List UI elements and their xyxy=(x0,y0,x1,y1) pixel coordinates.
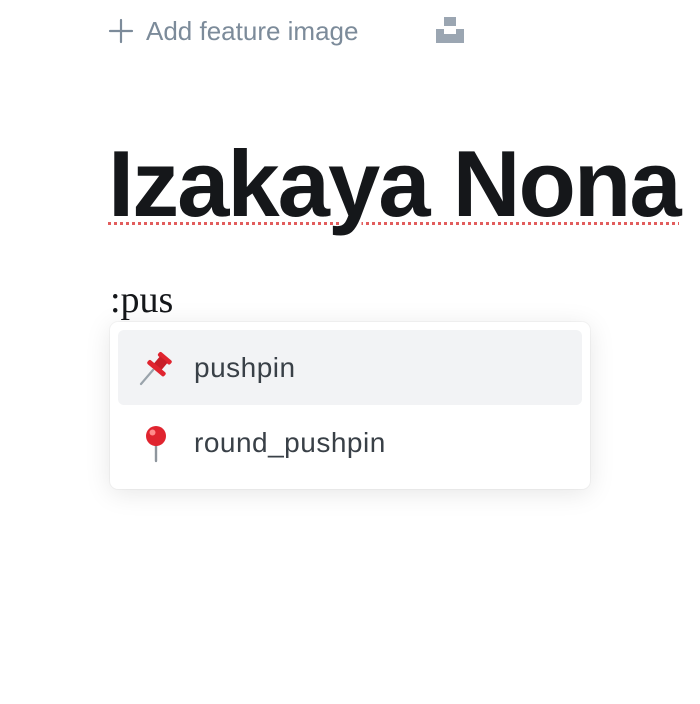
emoji-item-label: round_pushpin xyxy=(194,426,386,458)
round-pushpin-icon xyxy=(146,425,166,462)
feature-image-bar: Add feature image xyxy=(108,12,358,50)
editor-paragraph[interactable]: :pus xyxy=(110,276,173,324)
emoji-item-round-pushpin[interactable]: round_pushpin xyxy=(118,405,582,480)
emoji-picker-menu: pushpin round_pushpin xyxy=(110,322,590,489)
add-feature-image-button[interactable]: Add feature image xyxy=(108,16,358,47)
plus-icon xyxy=(108,18,134,44)
post-title[interactable]: Izakaya Nona xyxy=(108,128,682,240)
add-feature-image-label: Add feature image xyxy=(146,15,359,46)
unsplash-icon[interactable] xyxy=(435,15,465,45)
pushpin-icon xyxy=(139,351,172,385)
post-title-text: Izakaya Nona xyxy=(108,131,682,236)
emoji-item-label: pushpin xyxy=(194,351,296,383)
emoji-item-pushpin[interactable]: pushpin xyxy=(118,330,582,405)
